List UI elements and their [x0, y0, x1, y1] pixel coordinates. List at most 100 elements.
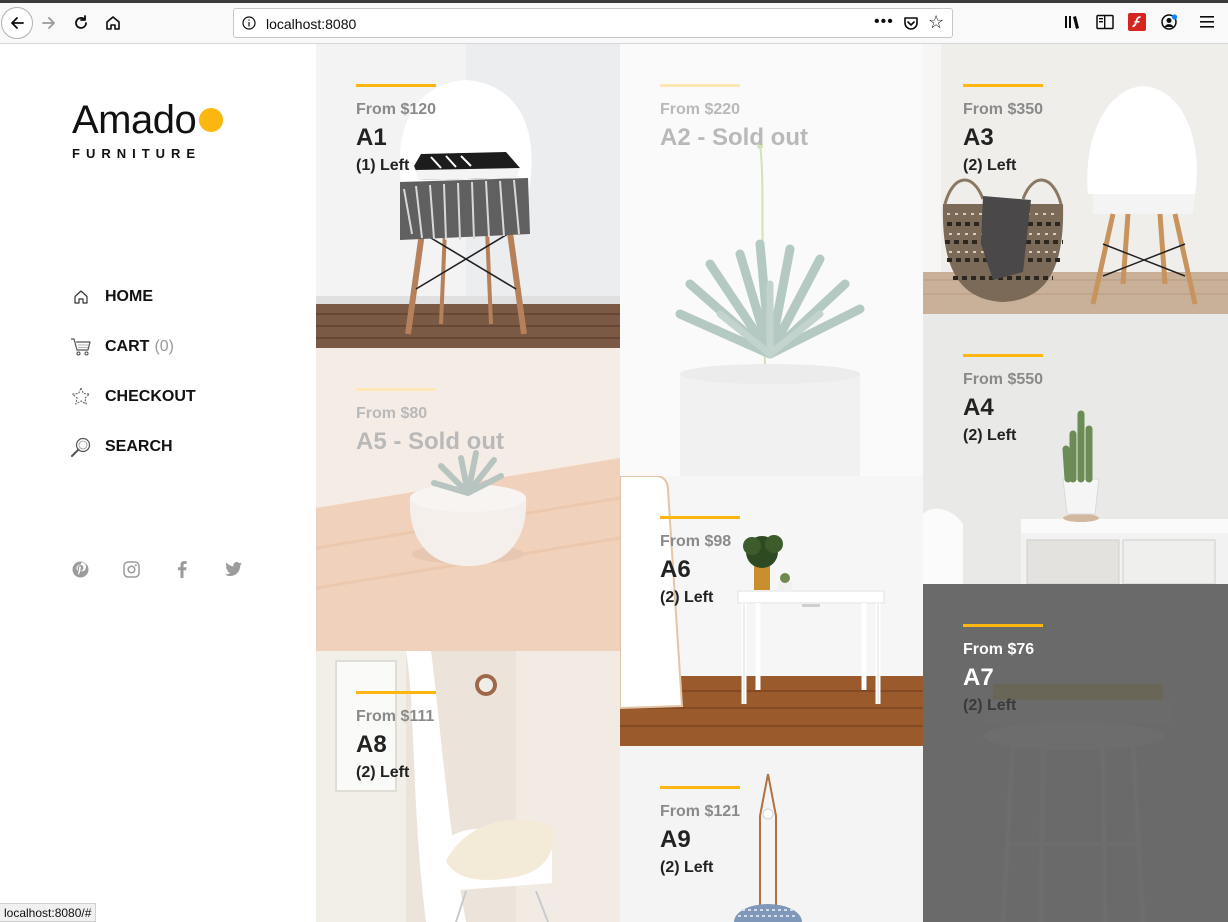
- forward-button[interactable]: [35, 9, 63, 37]
- product-price: From $80: [356, 405, 428, 422]
- product-price: From $121: [660, 803, 741, 820]
- browser-toolbar: localhost:8080 ••• ☆: [0, 0, 1228, 44]
- home-icon: [106, 16, 120, 30]
- brand-logo[interactable]: Amado FURNITURE: [72, 98, 224, 161]
- product-stock: (1) Left: [356, 157, 410, 174]
- product-name: A3: [963, 124, 994, 151]
- menu-label-cart: CART: [105, 338, 150, 355]
- menu-label-checkout: CHECKOUT: [105, 388, 196, 405]
- product-stock: (2) Left: [660, 859, 714, 876]
- pinterest-icon[interactable]: [70, 559, 90, 579]
- product-card-a7[interactable]: From $76 A7 (2) Left: [923, 584, 1228, 922]
- product-info: From $350 A3 (2) Left: [963, 84, 1043, 175]
- product-card-a1[interactable]: From $120 A1 (1) Left: [316, 44, 620, 348]
- page-actions-icon[interactable]: •••: [874, 13, 894, 31]
- tab-indicator: [0, 0, 100, 3]
- product-price: From $111: [356, 708, 435, 725]
- product-price: From $550: [963, 371, 1044, 388]
- product-card-a9[interactable]: From $121 A9 (2) Left: [620, 746, 923, 922]
- sidebar-toggle-icon[interactable]: [1095, 12, 1115, 32]
- product-name: A1: [356, 124, 387, 151]
- url-text[interactable]: localhost:8080: [266, 16, 356, 32]
- cart-icon: [70, 336, 92, 358]
- product-info: From $220 A2 - Sold out: [660, 84, 808, 152]
- account-icon[interactable]: [1159, 12, 1179, 32]
- product-price: From $120: [356, 101, 437, 118]
- twitter-icon[interactable]: [223, 559, 243, 579]
- social-links: [70, 559, 274, 579]
- cart-count: (0): [154, 338, 174, 355]
- accent-bar: [356, 691, 436, 694]
- back-arrow-icon: [11, 17, 24, 29]
- home-icon: [70, 286, 92, 308]
- back-button[interactable]: [1, 7, 33, 39]
- product-stock: (2) Left: [963, 427, 1017, 444]
- accent-bar: [660, 84, 740, 87]
- product-stock: (2) Left: [660, 589, 714, 606]
- menu-label-search: SEARCH: [105, 438, 173, 455]
- menu-item-cart[interactable]: CART (0): [70, 322, 196, 372]
- accent-bar: [963, 354, 1043, 357]
- accent-bar: [660, 516, 740, 519]
- instagram-icon[interactable]: [121, 559, 141, 579]
- star-badge-icon: [70, 386, 92, 408]
- product-name: A7: [963, 664, 994, 691]
- product-price: From $98: [660, 533, 732, 550]
- product-card-a5[interactable]: From $80 A5 - Sold out: [316, 348, 620, 651]
- menu-item-home[interactable]: HOME: [70, 272, 196, 322]
- product-card-a3[interactable]: From $350 A3 (2) Left: [923, 44, 1228, 314]
- product-name: A8: [356, 731, 387, 758]
- brand-name-text: Amado: [72, 98, 197, 142]
- status-bar-url: localhost:8080/#: [0, 903, 97, 922]
- product-info: From $98 A6 (2) Left: [660, 516, 740, 607]
- product-name: A2 - Sold out: [660, 124, 808, 151]
- product-info: From $80 A5 - Sold out: [356, 388, 504, 456]
- product-info: From $120 A1 (1) Left: [356, 84, 436, 175]
- accent-bar: [963, 84, 1043, 87]
- bookmark-star-icon[interactable]: ☆: [928, 12, 944, 33]
- menu-item-search[interactable]: SEARCH: [70, 422, 196, 472]
- logo-dot-icon: [199, 108, 224, 133]
- product-name: A5 - Sold out: [356, 428, 504, 455]
- product-card-a2[interactable]: From $220 A2 - Sold out: [620, 44, 923, 476]
- accent-bar: [356, 84, 436, 87]
- tab-strip: [100, 0, 1228, 3]
- product-name: A9: [660, 826, 691, 853]
- product-stock: (2) Left: [356, 764, 410, 781]
- product-price: From $220: [660, 101, 741, 118]
- flash-icon[interactable]: [1127, 12, 1147, 32]
- product-name: A6: [660, 556, 691, 583]
- product-price: From $76: [963, 641, 1035, 658]
- hamburger-menu-icon[interactable]: [1197, 12, 1217, 32]
- product-info: From $111 A8 (2) Left: [356, 691, 436, 782]
- sidebar: Amado FURNITURE HOME CART (0) CHECKOUT S…: [0, 44, 316, 922]
- menu-item-checkout[interactable]: CHECKOUT: [70, 372, 196, 422]
- product-price: From $350: [963, 101, 1044, 118]
- info-icon[interactable]: [242, 16, 256, 30]
- home-button[interactable]: [99, 9, 127, 37]
- address-bar[interactable]: localhost:8080 ••• ☆: [233, 8, 953, 38]
- brand-name: Amado: [72, 98, 224, 142]
- reload-icon: [75, 15, 87, 29]
- pocket-icon[interactable]: [902, 14, 920, 32]
- accent-bar: [356, 388, 436, 391]
- product-stock: (2) Left: [963, 157, 1017, 174]
- product-card-a8[interactable]: From $111 A8 (2) Left: [316, 651, 620, 922]
- product-grid: From $120 A1 (1) Left From $80 A5 - Sold…: [316, 44, 1228, 922]
- product-info: From $76 A7 (2) Left: [963, 624, 1043, 715]
- menu-label-home: HOME: [105, 288, 153, 305]
- accent-bar: [963, 624, 1043, 627]
- product-card-a4[interactable]: From $550 A4 (2) Left: [923, 314, 1228, 584]
- accent-bar: [660, 786, 740, 789]
- facebook-icon[interactable]: [172, 559, 192, 579]
- forward-arrow-icon: [42, 17, 55, 29]
- reload-button[interactable]: [67, 9, 95, 37]
- brand-tagline: FURNITURE: [72, 146, 202, 161]
- product-name: A4: [963, 394, 994, 421]
- library-icon[interactable]: [1063, 12, 1083, 32]
- product-info: From $121 A9 (2) Left: [660, 786, 740, 877]
- product-stock: (2) Left: [963, 697, 1017, 714]
- product-info: From $550 A4 (2) Left: [963, 354, 1043, 445]
- main-menu: HOME CART (0) CHECKOUT SEARCH: [70, 272, 196, 472]
- product-card-a6[interactable]: From $98 A6 (2) Left: [620, 476, 923, 746]
